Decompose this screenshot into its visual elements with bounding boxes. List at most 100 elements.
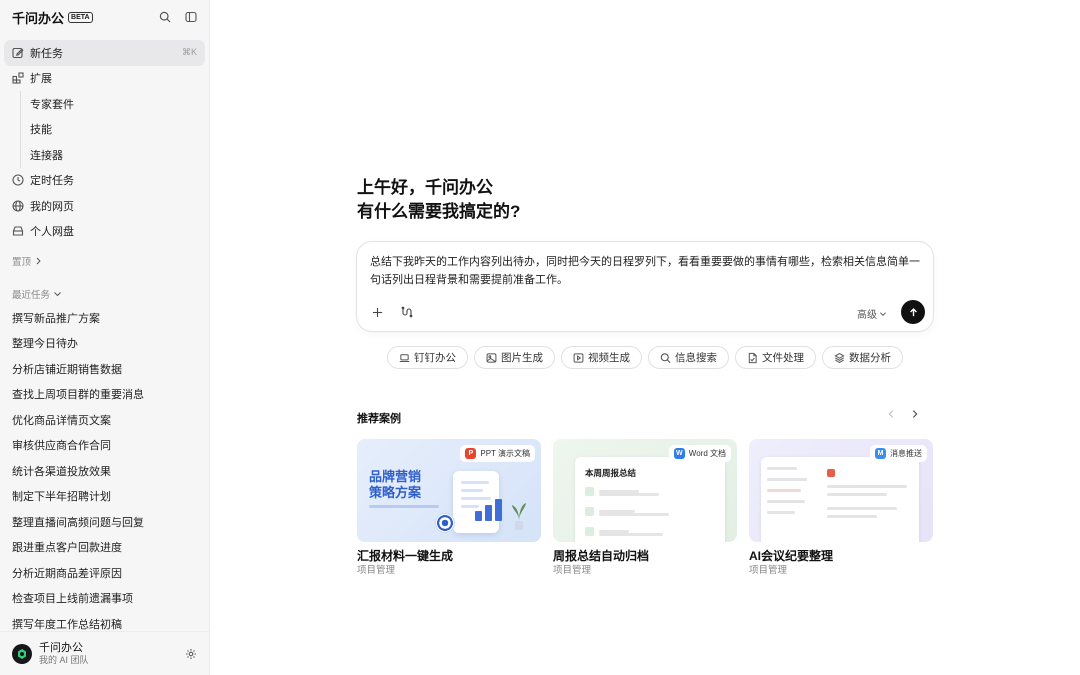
chip-file-processing[interactable]: 文件处理: [735, 346, 816, 369]
target-icon: [435, 513, 455, 533]
recent-label: 最近任务: [12, 290, 51, 301]
brand-name: 千问办公: [12, 10, 65, 26]
recent-task-item[interactable]: 审核供应商合作合同: [0, 433, 209, 459]
data-icon: [834, 352, 845, 363]
tag-label: 消息推送: [890, 449, 922, 458]
extension-subitems: 专家套件 技能 连接器: [20, 91, 205, 168]
video-icon: [573, 352, 584, 363]
sidebar-item-label: 个人网盘: [30, 226, 74, 239]
recommended-title: 推荐案例: [357, 413, 401, 425]
search-icon[interactable]: [159, 11, 171, 23]
recent-task-item[interactable]: 跟进重点客户回款进度: [0, 535, 209, 561]
bar-illustration: [475, 499, 502, 521]
gear-icon[interactable]: [185, 648, 197, 660]
recent-task-item[interactable]: 整理今日待办: [0, 331, 209, 357]
card-category: 项目管理: [553, 565, 592, 576]
sidebar-item-expert-suite[interactable]: 专家套件: [21, 91, 205, 117]
prompt-composer[interactable]: 总结下我昨天的工作内容列出待办，同时把今天的日程罗列下，看看重要要做的事情有哪些…: [356, 241, 934, 332]
greeting-line1: 上午好，千问办公: [357, 178, 493, 197]
recent-task-item[interactable]: 制定下半年招聘计划: [0, 484, 209, 510]
chevron-right-icon[interactable]: [910, 409, 920, 419]
sidebar-item-cloud-drive[interactable]: 个人网盘: [4, 219, 205, 245]
recent-task-item[interactable]: 查找上周项目群的重要消息: [0, 382, 209, 408]
sidebar-item-extensions[interactable]: 扩展: [4, 66, 205, 92]
plant-icon: [512, 503, 526, 530]
prompt-input[interactable]: 总结下我昨天的工作内容列出待办，同时把今天的日程罗列下，看看重要要做的事情有哪些…: [370, 253, 925, 289]
chip-label: 视频生成: [588, 352, 630, 364]
chip-info-search[interactable]: 信息搜索: [648, 346, 729, 369]
chip-data-analysis[interactable]: 数据分析: [822, 346, 903, 369]
sidebar: 千问办公 BETA 新任务 ⌘K 扩展 专家套件 技能 连接器 定时任务 我的网…: [0, 0, 210, 675]
globe-icon: [12, 200, 24, 212]
recent-task-item[interactable]: 检查项目上线前遗漏事项: [0, 586, 209, 612]
card-type-tag: W Word 文档: [668, 445, 731, 462]
edit-icon: [12, 47, 24, 59]
recent-task-item[interactable]: 分析店铺近期销售数据: [0, 356, 209, 382]
sidebar-item-label: 新任务: [30, 47, 63, 60]
search-icon: [660, 352, 671, 363]
sidebar-item-connectors[interactable]: 连接器: [21, 142, 205, 168]
greeting: 上午好，千问办公 有什么需要我搞定的?: [357, 176, 520, 224]
sidebar-item-label: 我的网页: [30, 200, 74, 213]
chip-image-gen[interactable]: 图片生成: [474, 346, 555, 369]
clock-icon: [12, 174, 24, 186]
recent-task-item[interactable]: 统计各渠道投放效果: [0, 458, 209, 484]
card-title: 周报总结自动归档: [553, 549, 650, 563]
sidebar-header: 千问办公 BETA: [0, 0, 209, 34]
laptop-icon: [399, 352, 410, 363]
card-category: 项目管理: [749, 565, 788, 576]
poster-line2: 策略方案: [369, 485, 422, 500]
sidebar-item-label: 定时任务: [30, 175, 74, 188]
pinned-section-header[interactable]: 置顶: [0, 252, 209, 270]
avatar: [12, 643, 32, 664]
case-card[interactable]: 本周周报总结 W Word 文档 周报总结自动归档 项目管理: [553, 439, 737, 578]
meeting-mockup: [761, 457, 919, 542]
beta-badge: BETA: [68, 11, 93, 23]
chevron-right-icon: [34, 257, 43, 266]
poster-line1: 品牌营销: [369, 469, 422, 484]
sidebar-item-scheduled-tasks[interactable]: 定时任务: [4, 168, 205, 194]
main-area: 上午好，千问办公 有什么需要我搞定的? 总结下我昨天的工作内容列出待办，同时把今…: [210, 0, 1080, 675]
card-category: 项目管理: [357, 565, 396, 576]
card-type-tag: M 消息推送: [870, 445, 927, 462]
user-profile[interactable]: 千问办公 我的 AI 团队: [0, 631, 209, 675]
recent-task-item[interactable]: 整理直播间高频问题与回复: [0, 509, 209, 535]
recent-task-list: 撰写新品推广方案 整理今日待办 分析店铺近期销售数据 查找上周项目群的重要消息 …: [0, 303, 209, 637]
sidebar-item-new-task[interactable]: 新任务 ⌘K: [4, 40, 205, 66]
drive-icon: [12, 225, 24, 237]
chip-label: 数据分析: [849, 352, 891, 364]
word-icon: W: [673, 448, 685, 459]
advanced-dropdown[interactable]: 高级: [857, 306, 887, 321]
add-attachment-button[interactable]: [367, 302, 387, 322]
send-button[interactable]: [901, 300, 925, 324]
recent-task-item[interactable]: 撰写新品推广方案: [0, 305, 209, 331]
pinned-label: 置顶: [12, 257, 32, 268]
recent-task-item[interactable]: 优化商品详情页文案: [0, 407, 209, 433]
tag-label: PPT 演示文稿: [480, 449, 530, 458]
card-thumbnail: M 消息推送: [749, 439, 933, 542]
quick-action-chips: 钉钉办公 图片生成 视频生成 信息搜索 文件处理 数据分析: [387, 346, 903, 369]
tools-icon[interactable]: [397, 302, 417, 322]
tag-label: Word 文档: [688, 449, 726, 458]
sidebar-toggle-icon[interactable]: [185, 11, 197, 23]
chip-label: 信息搜索: [675, 352, 717, 364]
recent-section-header[interactable]: 最近任务: [0, 285, 209, 303]
card-thumbnail: 本周周报总结 W Word 文档: [553, 439, 737, 542]
user-name: 千问办公: [39, 641, 83, 654]
chevron-left-icon[interactable]: [886, 409, 896, 419]
chevron-down-icon: [53, 290, 62, 299]
sidebar-nav: 新任务 ⌘K 扩展 专家套件 技能 连接器 定时任务 我的网页 个人网盘: [0, 34, 209, 244]
card-title: AI会议纪要整理: [749, 549, 834, 563]
case-card[interactable]: M 消息推送 AI会议纪要整理 项目管理: [749, 439, 933, 578]
sidebar-item-skills[interactable]: 技能: [21, 117, 205, 143]
chip-video-gen[interactable]: 视频生成: [561, 346, 642, 369]
chip-dingtalk[interactable]: 钉钉办公: [387, 346, 468, 369]
case-card[interactable]: 品牌营销 策略方案 P PPT 演示文稿 汇报材料一键生成 项目管理: [357, 439, 541, 578]
file-icon: [747, 352, 758, 363]
recent-task-item[interactable]: 分析近期商品差评原因: [0, 560, 209, 586]
document-mockup: 本周周报总结: [575, 457, 725, 542]
greeting-line2: 有什么需要我搞定的?: [357, 202, 521, 221]
doc-title: 本周周报总结: [585, 468, 637, 478]
chip-label: 图片生成: [501, 352, 543, 364]
sidebar-item-my-webpages[interactable]: 我的网页: [4, 193, 205, 219]
